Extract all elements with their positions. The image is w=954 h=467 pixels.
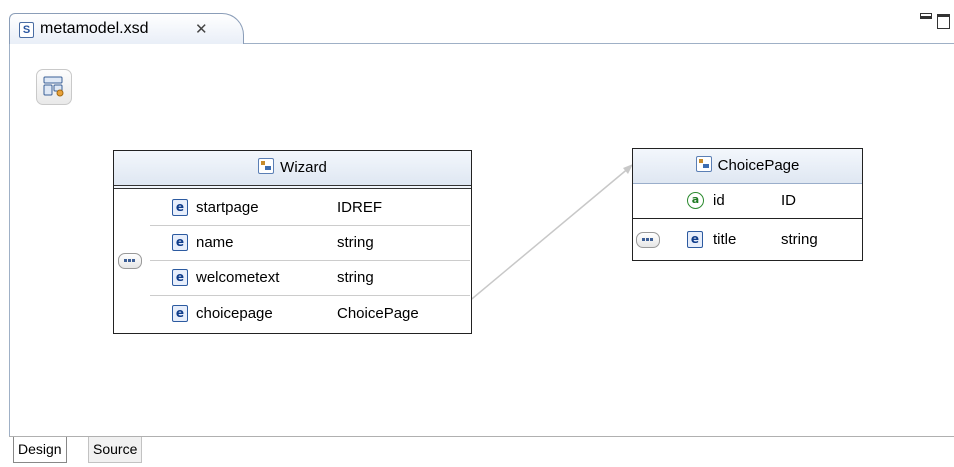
element-name: welcometext <box>196 269 280 286</box>
choicepage-element-row[interactable]: e title string <box>633 222 862 257</box>
wizard-element-row[interactable]: e startpage IDREF <box>150 190 470 226</box>
maximize-icon[interactable] <box>937 14 950 29</box>
element-name: startpage <box>196 199 259 216</box>
xsd-file-icon: S <box>19 22 34 38</box>
element-type: IDREF <box>337 199 382 216</box>
element-type: string <box>781 231 818 248</box>
element-icon: e <box>172 234 188 251</box>
element-type: string <box>337 269 374 286</box>
element-icon: e <box>172 305 188 322</box>
choicepage-reference-arrow <box>460 166 631 309</box>
wizard-element-row[interactable]: e name string <box>150 225 470 261</box>
choicepage-title: ChoicePage <box>717 157 800 174</box>
design-canvas[interactable]: Wizard e startpage IDREF e name string e… <box>9 44 954 436</box>
close-tab-icon[interactable]: ✕ <box>195 20 208 38</box>
attribute-name: id <box>713 192 725 209</box>
attribute-icon: a <box>687 192 704 209</box>
choicepage-attribute-row[interactable]: a id ID <box>633 183 862 219</box>
editor-mode-tabs: Design Source <box>9 436 954 467</box>
minimize-icon[interactable] <box>920 13 932 19</box>
tab-design[interactable]: Design <box>13 437 67 463</box>
element-icon: e <box>172 199 188 216</box>
element-name: choicepage <box>196 305 273 322</box>
attribute-type: ID <box>781 192 796 209</box>
editor-tab-strip: S metamodel.xsd ✕ <box>0 0 954 45</box>
element-type: string <box>337 234 374 251</box>
wizard-title: Wizard <box>280 159 327 176</box>
editor-tab-metamodel-xsd[interactable]: S metamodel.xsd ✕ <box>9 13 244 45</box>
wizard-element-row[interactable]: e choicepage ChoicePage <box>150 296 470 331</box>
complex-type-icon <box>695 156 712 172</box>
tab-source[interactable]: Source <box>88 437 143 463</box>
choicepage-header: ChoicePage <box>633 149 862 184</box>
wizard-element-row[interactable]: e welcometext string <box>150 260 470 296</box>
element-type: ChoicePage <box>337 305 419 322</box>
element-icon: e <box>687 231 703 248</box>
editor-tab-title: metamodel.xsd <box>40 20 149 37</box>
element-name: title <box>713 231 737 248</box>
element-icon: e <box>172 269 188 286</box>
complex-type-icon <box>258 158 275 174</box>
wizard-sequence-icon[interactable] <box>118 253 142 269</box>
element-name: name <box>196 234 234 251</box>
wizard-header: Wizard <box>114 151 471 189</box>
